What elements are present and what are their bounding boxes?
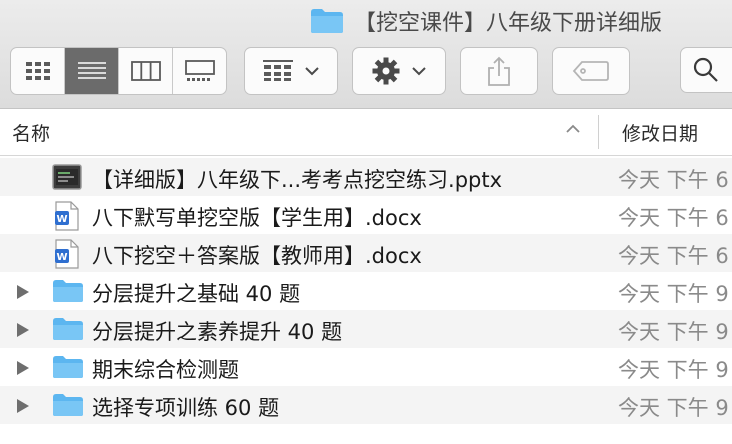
file-name: 分层提升之素养提升 40 题 (92, 320, 343, 344)
file-modified-date: 今天 下午 9 (618, 282, 729, 306)
folder-row[interactable]: 分层提升之基础 40 题 今天 下午 9 (0, 272, 732, 310)
pptx-file-icon (52, 164, 82, 190)
folder-row[interactable]: 期末综合检测题 今天 下午 9 (0, 348, 732, 386)
disclosure-triangle-icon[interactable] (16, 322, 30, 338)
file-list: 【详细版】八年级下...考考点挖空练习.pptx 今天 下午 6 W 八下默写单… (0, 158, 732, 424)
search-field[interactable] (680, 47, 732, 93)
window-title: 【挖空课件】八年级下册详细版 (310, 4, 662, 38)
file-modified-date: 今天 下午 9 (618, 396, 729, 420)
word-document-icon: W (55, 201, 79, 231)
grid-3x3-icon (25, 62, 50, 80)
finder-toolbar: 【挖空课件】八年级下册详细版 (0, 0, 732, 109)
file-row[interactable]: 【详细版】八年级下...考考点挖空练习.pptx 今天 下午 6 (0, 158, 732, 196)
share-button[interactable] (460, 47, 538, 95)
icon-view-button[interactable] (11, 48, 65, 94)
folder-icon (53, 394, 83, 416)
folder-row[interactable]: 选择专项训练 60 题 今天 下午 9 (0, 386, 732, 424)
folder-icon (53, 356, 83, 378)
column-header: 名称 修改日期 (0, 109, 732, 156)
gear-icon (372, 57, 400, 85)
chevron-down-icon (305, 66, 319, 75)
name-column-header[interactable]: 名称 (12, 119, 50, 146)
list-view-button[interactable] (65, 48, 119, 94)
tag-icon (572, 61, 609, 81)
disclosure-triangle-icon[interactable] (16, 360, 30, 376)
disclosure-triangle-icon[interactable] (16, 284, 30, 300)
file-name: 【详细版】八年级下...考考点挖空练习.pptx (92, 168, 503, 192)
file-name: 八下挖空＋答案版【教师用】.docx (92, 244, 422, 268)
disclosure-triangle-icon[interactable] (16, 398, 30, 414)
file-name: 八下默写单挖空版【学生用】.docx (92, 206, 422, 230)
gallery-icon (184, 60, 215, 81)
sort-ascending-icon[interactable] (566, 124, 580, 133)
list-lines-icon (77, 62, 106, 79)
word-document-icon: W (55, 239, 79, 269)
file-name: 选择专项训练 60 题 (92, 396, 280, 420)
share-icon (488, 56, 510, 86)
file-modified-date: 今天 下午 6 (618, 168, 729, 192)
column-view-button[interactable] (119, 48, 173, 94)
file-modified-date: 今天 下午 9 (618, 358, 729, 382)
file-modified-date: 今天 下午 6 (618, 206, 729, 230)
file-row[interactable]: W 八下挖空＋答案版【教师用】.docx 今天 下午 6 (0, 234, 732, 272)
grid-group-icon (263, 60, 293, 81)
tag-button[interactable] (552, 47, 630, 95)
folder-row[interactable]: 分层提升之素养提升 40 题 今天 下午 9 (0, 310, 732, 348)
action-button[interactable] (352, 47, 446, 95)
date-modified-column-header[interactable]: 修改日期 (622, 119, 698, 146)
svg-text:W: W (56, 252, 67, 263)
folder-icon (53, 280, 83, 302)
file-name: 期末综合检测题 (92, 358, 239, 382)
file-modified-date: 今天 下午 9 (618, 320, 729, 344)
folder-icon (311, 9, 343, 33)
svg-text:W: W (56, 214, 67, 225)
columns-icon (130, 61, 161, 81)
window-title-text: 【挖空课件】八年级下册详细版 (354, 11, 663, 36)
file-modified-date: 今天 下午 6 (618, 244, 729, 268)
search-icon (693, 57, 718, 82)
gallery-view-button[interactable] (173, 48, 226, 94)
chevron-down-icon (412, 66, 426, 75)
view-mode-control (10, 47, 227, 95)
file-row[interactable]: W 八下默写单挖空版【学生用】.docx 今天 下午 6 (0, 196, 732, 234)
group-by-button[interactable] (244, 47, 338, 95)
file-name: 分层提升之基础 40 题 (92, 282, 301, 306)
column-divider[interactable] (598, 115, 599, 149)
folder-icon (53, 318, 83, 340)
